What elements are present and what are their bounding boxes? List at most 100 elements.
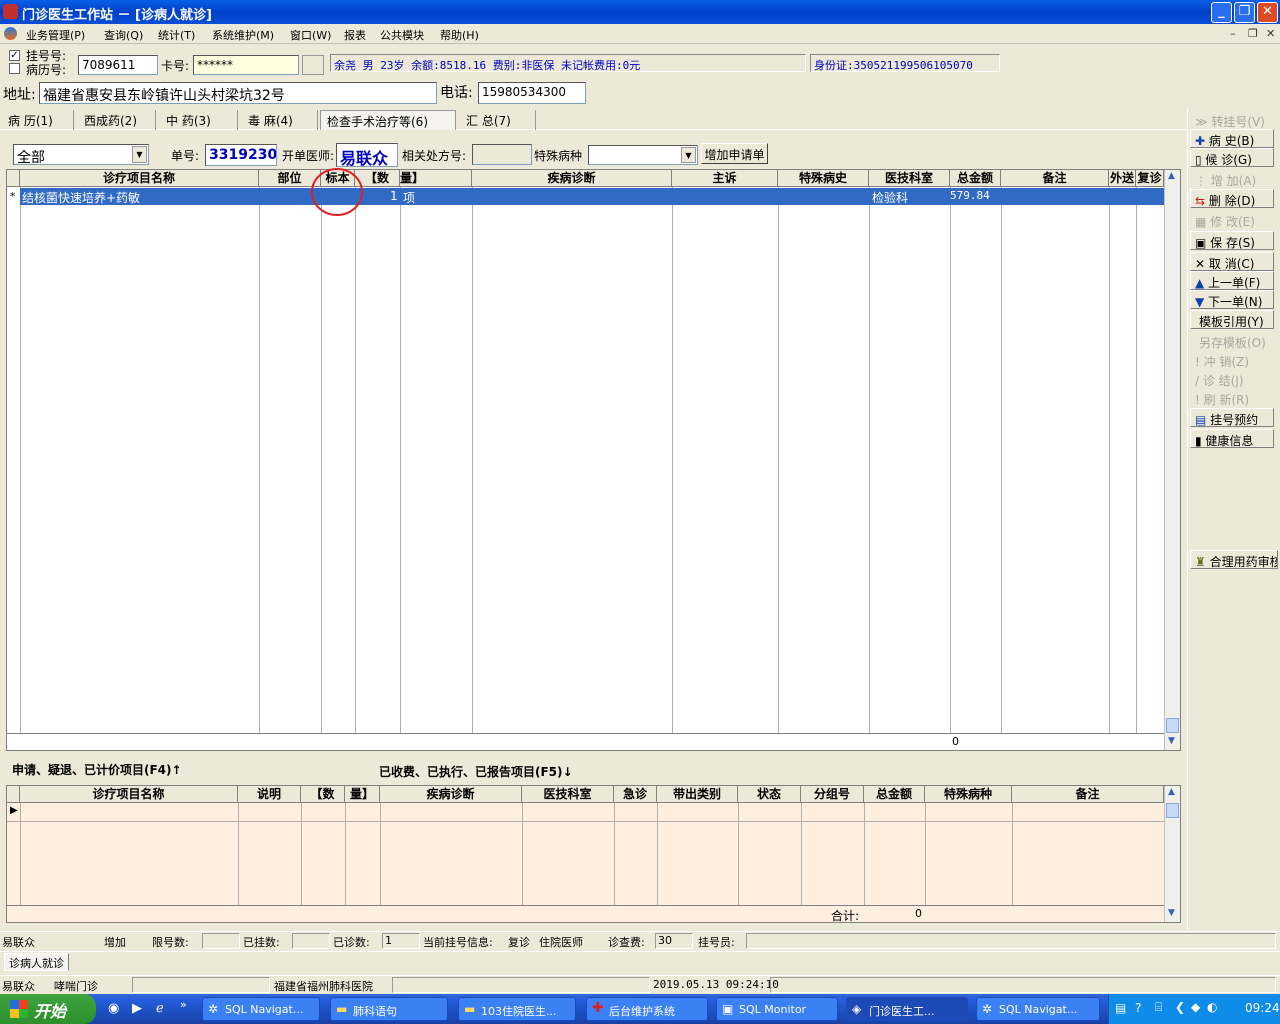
pending-section-label[interactable]: 申请、疑退、已计价项目(F4)↑: [12, 761, 182, 778]
tab-history[interactable]: 病 历(1): [0, 110, 74, 130]
task-folder[interactable]: ▬ 103住院医生...: [458, 997, 576, 1021]
task-backend[interactable]: ✚ 后台维护系统: [586, 997, 708, 1021]
col-header[interactable]: 总金额: [950, 170, 1001, 187]
table-row[interactable]: 结核菌快速培养+药敏 1 项 检验科 579.84: [20, 188, 1164, 205]
cancel-button[interactable]: ✕ 取 消(C): [1190, 252, 1274, 271]
col-header[interactable]: 急诊: [614, 786, 657, 803]
card-reader-icon[interactable]: [302, 55, 324, 75]
delete-button[interactable]: ⇆ 删 除(D): [1190, 189, 1274, 208]
scroll-down-icon[interactable]: ▼: [1168, 908, 1175, 918]
col-header[interactable]: 主诉: [672, 170, 778, 187]
app-menu-icon[interactable]: [4, 27, 17, 40]
menu-item[interactable]: 业务管理(P): [26, 27, 85, 43]
vertical-scrollbar[interactable]: ▲ ▼: [1164, 170, 1180, 750]
menu-item[interactable]: 窗口(W): [290, 27, 331, 43]
minimize-button[interactable]: _: [1211, 2, 1232, 23]
ie-icon[interactable]: ◉: [108, 1001, 119, 1016]
menu-item[interactable]: 帮助(H): [440, 27, 479, 43]
media-player-icon[interactable]: ▶: [132, 1001, 142, 1016]
col-header[interactable]: 疾病诊断: [472, 170, 672, 187]
finish-button[interactable]: / 诊 结(J): [1190, 369, 1274, 388]
refresh-button[interactable]: ! 刷 新(R): [1190, 388, 1274, 407]
tab-summary[interactable]: 汇 总(7): [456, 110, 536, 130]
edit-button[interactable]: ▦ 修 改(E): [1190, 210, 1274, 229]
tray-app-icon[interactable]: ◆: [1191, 1000, 1200, 1014]
window-tab[interactable]: 诊病人就诊: [4, 953, 69, 971]
record-no-input[interactable]: 7089611: [78, 55, 158, 75]
col-header[interactable]: 医技科室: [869, 170, 950, 187]
col-header[interactable]: 状态: [738, 786, 801, 803]
mdi-restore-button[interactable]: ❐: [1248, 27, 1258, 40]
maximize-button[interactable]: ❐: [1234, 2, 1255, 23]
tab-exam-surgery[interactable]: 检查手术治疗等(6): [320, 110, 456, 130]
phone-input[interactable]: 15980534300: [478, 82, 586, 104]
scroll-up-icon[interactable]: ▲: [1168, 787, 1175, 797]
drug-audit-button[interactable]: ♜ 合理用药审核: [1190, 550, 1278, 569]
special-disease-select[interactable]: ▼: [588, 145, 698, 165]
save-template-button[interactable]: 另存模板(O): [1190, 331, 1274, 350]
save-button[interactable]: ▣ 保 存(S): [1190, 231, 1274, 250]
col-header[interactable]: 诊疗项目名称: [20, 786, 238, 803]
scroll-down-icon[interactable]: ▼: [1168, 736, 1175, 746]
volume-icon[interactable]: ◐: [1207, 1000, 1217, 1014]
reverse-button[interactable]: ! 冲 销(Z): [1190, 350, 1274, 369]
menu-item[interactable]: 系统维护(M): [212, 27, 274, 43]
order-no-input[interactable]: 33192304: [205, 144, 277, 166]
menu-item[interactable]: 报表: [344, 27, 366, 43]
related-no-input[interactable]: [472, 144, 532, 165]
prev-order-button[interactable]: ▲ 上一单(F): [1190, 271, 1274, 290]
tab-western-medicine[interactable]: 西成药(2): [74, 110, 156, 130]
scroll-thumb[interactable]: [1166, 718, 1179, 733]
task-sql-navigator[interactable]: ✲ SQL Navigat...: [976, 997, 1100, 1021]
col-header[interactable]: 备注: [1012, 786, 1164, 803]
task-sql-monitor[interactable]: ▣ SQL Monitor: [716, 997, 838, 1021]
close-button[interactable]: ✕: [1257, 2, 1278, 23]
browser-icon[interactable]: ℯ: [156, 1001, 164, 1016]
reg-appointment-button[interactable]: ▤ 挂号预约: [1190, 408, 1274, 427]
health-info-button[interactable]: ▮ 健康信息: [1190, 429, 1274, 448]
col-header[interactable]: 备注: [1001, 170, 1109, 187]
col-header[interactable]: 分组号: [801, 786, 864, 803]
doctor-input[interactable]: 易联众: [336, 143, 398, 167]
vertical-scrollbar[interactable]: ▲ ▼: [1164, 786, 1180, 922]
scroll-thumb[interactable]: [1166, 803, 1179, 818]
col-header[interactable]: 说明: [238, 786, 301, 803]
history-button[interactable]: ✚ 病 史(B): [1190, 129, 1274, 148]
mdi-close-button[interactable]: ✕: [1266, 27, 1275, 40]
record-checkbox[interactable]: [9, 63, 20, 74]
address-input[interactable]: 福建省惠安县东岭镇许山头村梁坑32号: [39, 82, 437, 104]
col-header[interactable]: 特殊病种: [925, 786, 1012, 803]
col-header[interactable]: 带出类别: [657, 786, 738, 803]
category-select[interactable]: 全部 ▼: [13, 144, 149, 165]
menu-item[interactable]: 统计(T): [158, 27, 195, 43]
col-header[interactable]: 外送: [1109, 170, 1136, 187]
task-outpatient[interactable]: ◈ 门诊医生工...: [846, 997, 968, 1021]
col-header[interactable]: 特殊病史: [778, 170, 869, 187]
col-header[interactable]: 复诊: [1136, 170, 1164, 187]
transfer-reg-button[interactable]: ≫ 转挂号(V): [1190, 110, 1274, 129]
reg-checkbox[interactable]: ✓: [9, 50, 20, 61]
help-icon[interactable]: ?: [1135, 1001, 1141, 1015]
col-header[interactable]: 量】: [400, 170, 472, 187]
col-header[interactable]: 量】: [345, 786, 380, 803]
keyboard-icon[interactable]: ▤: [1115, 1001, 1126, 1015]
add-request-button[interactable]: 增加申请单: [701, 143, 768, 164]
col-header[interactable]: 疾病诊断: [380, 786, 522, 803]
card-no-input[interactable]: ******: [193, 55, 299, 75]
menu-item[interactable]: 查询(Q): [104, 27, 143, 43]
task-folder[interactable]: ▬ 肺科语句: [330, 997, 448, 1021]
completed-section-label[interactable]: 已收费、已执行、已报告项目(F5)↓: [379, 763, 573, 780]
col-header[interactable]: 总金额: [864, 786, 925, 803]
add-button[interactable]: ⋮ 增 加(A): [1190, 169, 1274, 188]
mdi-minimize-button[interactable]: –: [1230, 27, 1236, 40]
chevron-down-icon[interactable]: ▼: [132, 146, 147, 163]
waiting-button[interactable]: ▯ 候 诊(G): [1190, 148, 1274, 167]
chevron-down-icon[interactable]: ▼: [681, 147, 696, 163]
network-icon[interactable]: ⌸: [1155, 1000, 1162, 1015]
col-header[interactable]: 医技科室: [522, 786, 614, 803]
col-header[interactable]: 诊疗项目名称: [20, 170, 259, 187]
chevron-left-icon[interactable]: ❮: [1175, 1000, 1185, 1014]
task-sql-navigator[interactable]: ✲ SQL Navigat...: [202, 997, 320, 1021]
next-order-button[interactable]: ▼ 下一单(N): [1190, 290, 1274, 309]
col-header[interactable]: 【数: [301, 786, 345, 803]
